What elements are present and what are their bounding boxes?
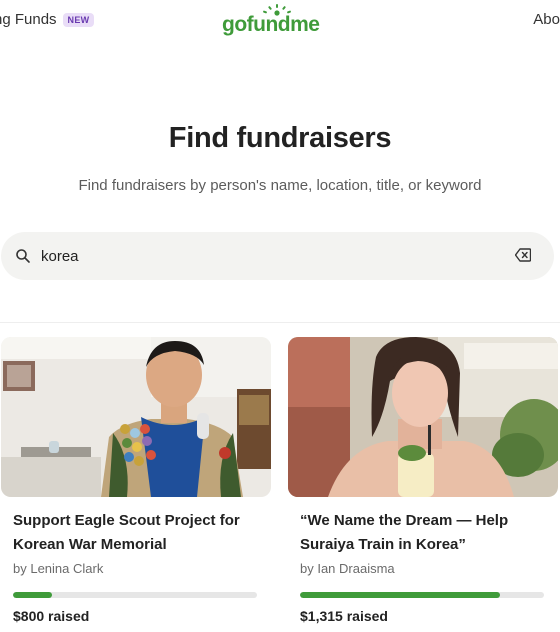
progress-bar bbox=[13, 592, 257, 598]
fundraiser-title-line: Korean War Memorial bbox=[13, 536, 167, 553]
progress-bar bbox=[300, 592, 544, 598]
page-title: Find fundraisers bbox=[168, 122, 392, 154]
clear-icon[interactable] bbox=[515, 248, 531, 262]
fundraiser-title[interactable]: “We Name the Dream — Help Suraiya Train … bbox=[300, 509, 555, 557]
search-bar bbox=[1, 232, 554, 280]
amount-raised: $800 raised bbox=[13, 608, 90, 624]
section-divider bbox=[0, 322, 560, 323]
fundraiser-title-line: “We Name the Dream — Help bbox=[300, 512, 509, 529]
new-badge: NEW bbox=[62, 12, 95, 27]
fundraiser-title-line: Suraiya Train in Korea” bbox=[300, 536, 466, 553]
fundraiser-author: by Ian Draaisma bbox=[300, 561, 395, 576]
fundraiser-title[interactable]: Support Eagle Scout Project for Korean W… bbox=[13, 509, 268, 557]
fundraiser-card[interactable]: Support Eagle Scout Project for Korean W… bbox=[1, 337, 271, 624]
search-input[interactable] bbox=[41, 244, 461, 268]
amount-raised: $1,315 raised bbox=[300, 608, 388, 624]
gofundme-logo[interactable]: gofundme bbox=[222, 4, 334, 38]
fundraiser-author: by Lenina Clark bbox=[13, 561, 104, 576]
page-subtitle: Find fundraisers by person's name, locat… bbox=[78, 177, 482, 194]
progress-fill bbox=[13, 592, 53, 598]
nav-link-label: ng Funds bbox=[0, 11, 57, 28]
logo-text: gofundme bbox=[222, 13, 320, 36]
nav-link-funds[interactable]: ng Funds NEW bbox=[0, 11, 95, 28]
fundraiser-photo[interactable] bbox=[288, 337, 558, 497]
fundraiser-photo[interactable] bbox=[1, 337, 271, 497]
top-navigation: ng Funds NEW gofundme Abo bbox=[0, 0, 560, 40]
nav-link-about[interactable]: Abo bbox=[533, 11, 560, 28]
fundraiser-title-line: Support Eagle Scout Project for bbox=[13, 512, 240, 529]
search-icon bbox=[16, 249, 30, 263]
progress-fill bbox=[300, 592, 501, 598]
fundraiser-card[interactable]: “We Name the Dream — Help Suraiya Train … bbox=[288, 337, 558, 624]
